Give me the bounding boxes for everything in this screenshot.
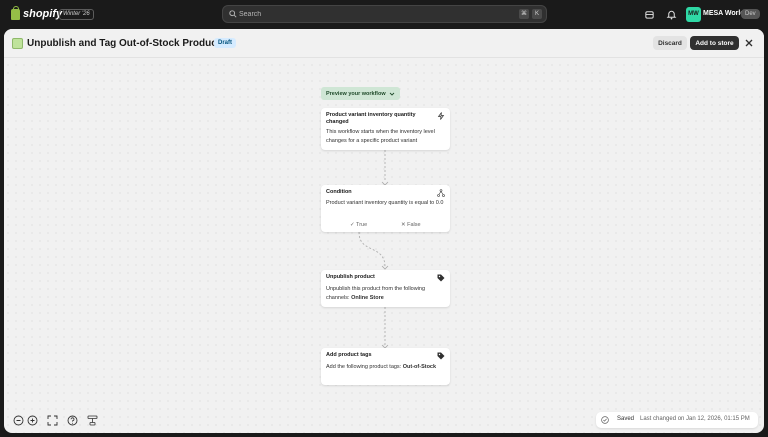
chevron-down-icon xyxy=(389,92,394,96)
store-avatar[interactable]: MW xyxy=(686,7,701,22)
tag-icon xyxy=(437,274,445,282)
layout-icon[interactable] xyxy=(87,415,98,426)
top-bar: shopify Winter '26 ⌘ K MW MESA World Dev xyxy=(0,0,768,29)
store-icon[interactable] xyxy=(644,9,655,20)
tag-name: Out-of-Stock xyxy=(402,364,437,370)
branch-icon xyxy=(437,189,445,197)
node-title: Product variant inventory quantity chang… xyxy=(326,112,416,125)
version-badge: Winter '26 xyxy=(59,9,94,20)
shopify-logo[interactable]: shopify xyxy=(11,5,63,20)
channel-name: Online Store xyxy=(351,295,384,301)
description-text: Add the following product tags: xyxy=(326,364,402,370)
workflow-editor-panel: Unpublish and Tag Out-of-Stock Products … xyxy=(4,29,764,433)
condition-node[interactable]: Condition Product variant inventory quan… xyxy=(321,185,450,232)
node-title: Add product tags xyxy=(326,352,372,358)
node-description: Add the following product tags: Out-of-S… xyxy=(326,363,444,372)
node-title: Unpublish product xyxy=(326,274,375,280)
add-tags-action-node[interactable]: Add product tags Add the following produ… xyxy=(321,348,450,385)
false-branch-label: False xyxy=(407,222,421,228)
true-branch[interactable]: ✓ True xyxy=(350,222,367,228)
unpublish-action-node[interactable]: Unpublish product Unpublish this product… xyxy=(321,270,450,307)
node-description: This workflow starts when the inventory … xyxy=(326,129,435,144)
preview-label: Preview your workflow xyxy=(326,90,386,97)
node-description: Unpublish this product from the followin… xyxy=(326,285,444,303)
shortcut-k-key: K xyxy=(532,9,542,19)
bell-icon[interactable] xyxy=(666,9,677,20)
zoom-in-icon[interactable] xyxy=(27,415,38,426)
search-bar[interactable]: ⌘ K xyxy=(222,5,547,23)
saved-label: Saved xyxy=(617,416,635,422)
shopify-bag-icon xyxy=(11,5,20,20)
node-title: Condition xyxy=(326,189,352,195)
shortcut-cmd-key: ⌘ xyxy=(519,9,529,19)
node-description: Product variant inventory quantity is eq… xyxy=(326,200,444,206)
check-circle-icon xyxy=(601,416,609,424)
true-branch-label: True xyxy=(356,222,368,228)
false-branch[interactable]: ✕ False xyxy=(401,222,421,228)
trigger-node[interactable]: Product variant inventory quantity chang… xyxy=(321,108,450,150)
tag-icon xyxy=(437,352,445,360)
save-status-bar: Saved Last changed on Jan 12, 2026, 01:1… xyxy=(596,412,758,428)
fit-view-icon[interactable] xyxy=(47,415,58,426)
brand-name: shopify xyxy=(23,8,63,20)
lightning-icon xyxy=(437,112,445,120)
search-icon xyxy=(229,10,237,18)
search-input[interactable] xyxy=(239,8,509,20)
last-changed-text: Last changed on Jan 12, 2026, 01:15 PM xyxy=(640,416,750,422)
preview-workflow-button[interactable]: Preview your workflow xyxy=(321,87,400,100)
store-name[interactable]: MESA World xyxy=(703,10,745,17)
help-icon[interactable] xyxy=(67,415,78,426)
dev-badge: Dev xyxy=(741,9,760,19)
zoom-out-icon[interactable] xyxy=(13,415,24,426)
